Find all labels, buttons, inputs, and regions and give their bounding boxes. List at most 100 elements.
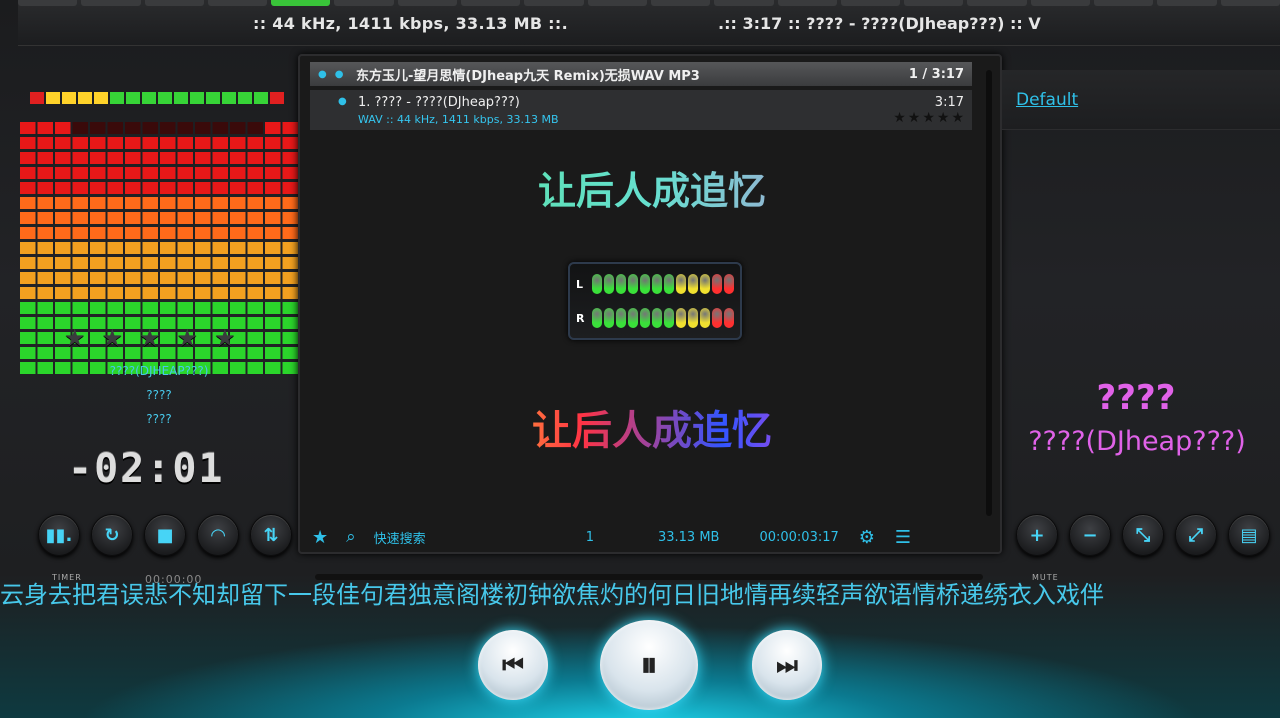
- star-icon[interactable]: ★: [177, 326, 199, 350]
- level-segment: [78, 92, 92, 104]
- spectrum-cell: [125, 167, 141, 179]
- spectrum-cell: [90, 227, 106, 239]
- remaining-time-display[interactable]: -02:01: [68, 446, 225, 492]
- vu-led: [616, 274, 626, 294]
- spectrum-cell: [212, 122, 228, 134]
- total-time: 00:00:03:17: [759, 529, 839, 545]
- spectrum-cell: [247, 122, 263, 134]
- spectrum-cell: [230, 242, 246, 254]
- spectrum-cell: [142, 227, 158, 239]
- spectrum-cell: [37, 347, 53, 359]
- equalizer-button[interactable]: ▮▮.: [38, 514, 80, 556]
- vu-led: [676, 308, 686, 328]
- spectrum-cell: [125, 182, 141, 194]
- spectrum-cell: [125, 152, 141, 164]
- spectrum-cell: [195, 182, 211, 194]
- spectrum-cell: [177, 287, 193, 299]
- next-button[interactable]: ⏭: [752, 630, 822, 700]
- spectrum-cell: [37, 227, 53, 239]
- star-icon[interactable]: ★: [214, 326, 236, 350]
- spectrum-cell: [282, 212, 298, 224]
- vu-led: [652, 274, 662, 294]
- previous-button[interactable]: ⏮: [478, 630, 548, 700]
- spectrum-cell: [72, 257, 88, 269]
- spectrum-cell: [160, 302, 176, 314]
- spectrum-cell: [125, 122, 141, 134]
- spectrum-cell: [247, 317, 263, 329]
- spectrum-cell: [20, 257, 36, 269]
- spectrum-cell: [20, 332, 36, 344]
- skin-default-link[interactable]: Default: [1016, 90, 1078, 110]
- favorite-star-icon[interactable]: ★: [312, 527, 328, 548]
- minus-button[interactable]: −: [1069, 514, 1111, 556]
- wifi-button[interactable]: ◠: [197, 514, 239, 556]
- spectrum-cell: [107, 242, 123, 254]
- spectrum-cell: [72, 242, 88, 254]
- resize-button[interactable]: ⤢: [1175, 514, 1217, 556]
- star-icon[interactable]: ★: [139, 326, 161, 350]
- list-menu-icon[interactable]: ☰: [895, 527, 911, 548]
- search-icon[interactable]: ⌕: [346, 527, 356, 547]
- pause-button[interactable]: ⏸: [600, 620, 698, 710]
- spectrum-cell: [282, 197, 298, 209]
- spectrum-cell: [125, 197, 141, 209]
- spectrum-cell: [177, 197, 193, 209]
- vu-led: [700, 274, 710, 294]
- transport-area: ⏮ ⏸ ⏭: [0, 612, 1280, 718]
- spectrum-cell: [230, 182, 246, 194]
- spectrum-cell: [177, 272, 193, 284]
- item-rating-stars[interactable]: ★★★★★: [893, 110, 966, 126]
- level-segment: [206, 92, 220, 104]
- vu-led: [652, 308, 662, 328]
- spectrum-cell: [160, 197, 176, 209]
- quick-search-label[interactable]: 快速搜索: [374, 528, 426, 547]
- level-segment: [158, 92, 172, 104]
- spectrum-cell: [265, 287, 281, 299]
- settings-gear-icon[interactable]: ⚙: [859, 527, 875, 548]
- spectrum-cell: [247, 332, 263, 344]
- spectrum-cell: [125, 242, 141, 254]
- stop-button[interactable]: ■: [144, 514, 186, 556]
- spectrum-cell: [90, 197, 106, 209]
- spectrum-cell: [20, 182, 36, 194]
- spectrum-cell: [72, 287, 88, 299]
- vu-led: [700, 308, 710, 328]
- spectrum-cell: [195, 212, 211, 224]
- spectrum-cell: [265, 197, 281, 209]
- vu-led: [616, 308, 626, 328]
- spectrum-cell: [90, 257, 106, 269]
- playlist-scrollbar[interactable]: [986, 70, 992, 516]
- spectrum-cell: [125, 287, 141, 299]
- spectrum-cell: [247, 302, 263, 314]
- save-button[interactable]: ▤: [1228, 514, 1270, 556]
- plus-button[interactable]: +: [1016, 514, 1058, 556]
- spectrum-cell: [142, 167, 158, 179]
- star-icon[interactable]: ★: [102, 326, 124, 350]
- spectrum-cell: [230, 167, 246, 179]
- spectrum-cell: [212, 197, 228, 209]
- playlist-header[interactable]: ●● 东方玉儿-望月思情(DJheap九天 Remix)无损WAV MP3 1 …: [310, 62, 972, 86]
- level-segment: [238, 92, 252, 104]
- rating-stars[interactable]: ★ ★ ★ ★ ★: [64, 326, 236, 350]
- mixer-button[interactable]: ⇅: [250, 514, 292, 556]
- spectrum-cell: [265, 332, 281, 344]
- vu-led: [640, 308, 650, 328]
- star-icon[interactable]: ★: [64, 326, 86, 350]
- spectrum-cell: [177, 227, 193, 239]
- playlist-panel: ●● 东方玉儿-望月思情(DJheap九天 Remix)无损WAV MP3 1 …: [298, 54, 1002, 554]
- item-meta: WAV :: 44 kHz, 1411 kbps, 33.13 MB: [358, 113, 559, 126]
- playlist-item[interactable]: ● 1. ???? - ????(DJheap???) 3:17 WAV :: …: [310, 90, 972, 130]
- spectrum-cell: [20, 152, 36, 164]
- vu-led: [712, 308, 722, 328]
- spectrum-cell: [20, 302, 36, 314]
- repeat-button[interactable]: ↻: [91, 514, 133, 556]
- vu-led: [688, 308, 698, 328]
- vu-led: [724, 274, 734, 294]
- spectrum-cell: [160, 287, 176, 299]
- playlist-title: 东方玉儿-望月思情(DJheap九天 Remix)无损WAV MP3: [356, 68, 700, 84]
- spectrum-cell: [142, 302, 158, 314]
- shuffle-button[interactable]: ⤡: [1122, 514, 1164, 556]
- vu-led: [676, 274, 686, 294]
- spectrum-cell: [107, 227, 123, 239]
- spectrum-cell: [177, 257, 193, 269]
